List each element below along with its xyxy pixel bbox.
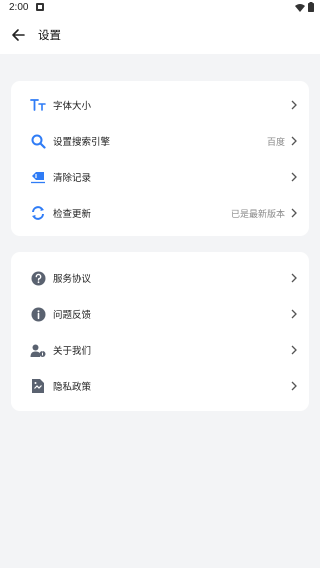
back-button[interactable]	[8, 25, 28, 45]
chevron-right-icon	[290, 172, 298, 182]
eraser-icon	[30, 169, 46, 185]
settings-group-general: 字体大小 设置搜索引擎 百度 清除记录 检查更新 已是最新版本	[11, 81, 309, 236]
row-feedback[interactable]: 问题反馈	[11, 296, 309, 332]
status-time: 2:00	[9, 2, 29, 13]
refresh-icon	[30, 205, 46, 221]
user-info-icon	[30, 342, 46, 358]
battery-icon	[308, 2, 314, 12]
row-label: 检查更新	[53, 209, 92, 220]
chevron-right-icon	[290, 381, 298, 391]
row-search-engine[interactable]: 设置搜索引擎 百度	[11, 123, 309, 159]
wifi-icon	[295, 3, 305, 12]
row-label: 问题反馈	[53, 310, 92, 321]
settings-group-about: 服务协议 问题反馈 关于我们 隐私政策	[11, 252, 309, 411]
chevron-right-icon	[290, 345, 298, 355]
row-label: 隐私政策	[53, 382, 92, 393]
chevron-right-icon	[290, 100, 298, 110]
chevron-right-icon	[290, 136, 298, 146]
font-size-icon	[30, 97, 46, 113]
app-bar: 设置	[0, 16, 320, 54]
row-privacy-policy[interactable]: 隐私政策	[11, 368, 309, 404]
row-label: 服务协议	[53, 274, 92, 285]
chevron-right-icon	[290, 309, 298, 319]
info-icon	[30, 306, 46, 322]
status-icons	[295, 2, 314, 12]
row-clear-history[interactable]: 清除记录	[11, 159, 309, 195]
page-title: 设置	[38, 28, 61, 42]
search-icon	[30, 133, 46, 149]
row-font-size[interactable]: 字体大小	[11, 87, 309, 123]
row-about-us[interactable]: 关于我们	[11, 332, 309, 368]
notification-icon	[36, 3, 44, 11]
row-label: 关于我们	[53, 346, 92, 357]
row-label: 字体大小	[53, 101, 92, 112]
row-value: 百度	[266, 137, 285, 148]
question-icon	[30, 270, 46, 286]
row-service-agreement[interactable]: 服务协议	[11, 260, 309, 296]
row-value: 已是最新版本	[230, 209, 285, 220]
document-icon	[30, 378, 46, 394]
row-label: 清除记录	[53, 173, 92, 184]
row-label: 设置搜索引擎	[53, 137, 111, 148]
row-check-update[interactable]: 检查更新 已是最新版本	[11, 195, 309, 231]
status-bar: 2:00	[0, 0, 320, 16]
chevron-right-icon	[290, 273, 298, 283]
chevron-right-icon	[290, 208, 298, 218]
arrow-left-icon	[12, 29, 25, 41]
